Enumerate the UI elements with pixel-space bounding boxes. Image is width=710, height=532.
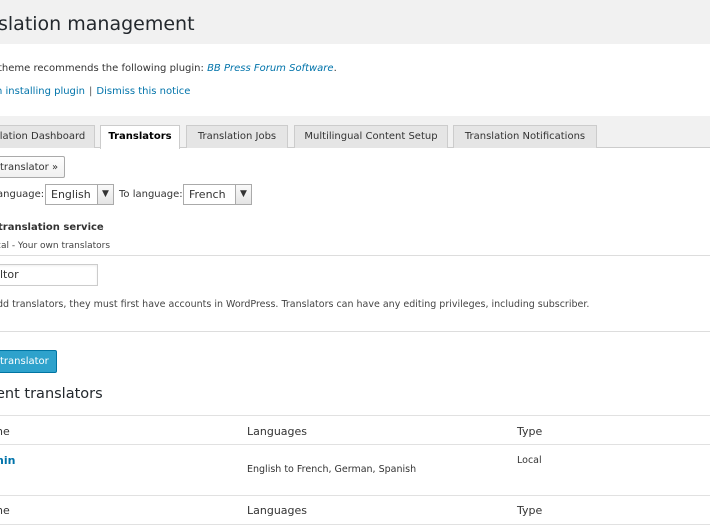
service-title: translation service [0,222,104,233]
notice-separator: | [89,86,93,97]
footer-column-languages: Languages [247,504,308,517]
column-header-languages: Languages [247,425,308,438]
table-border [0,524,710,525]
page-title: slation management [0,13,195,35]
add-translator-toggle-button[interactable]: translator » [0,156,66,178]
table-border [0,444,710,445]
table-border [0,415,710,416]
top-bar: slation management [0,0,710,44]
install-plugin-link[interactable]: n installing plugin [0,86,85,97]
main-content: theme recommends the following plugin: B… [0,44,710,532]
chevron-down-icon: ▼ [97,185,113,204]
tab-bar: lation Dashboard Translators Translation… [0,116,710,149]
help-text: dd translators, they must first have acc… [0,299,590,310]
translators-table: ne Languages Type nin English to French,… [0,415,710,532]
notice-text: theme recommends the following plugin: [0,63,204,74]
plugin-notice: theme recommends the following plugin: B… [0,63,337,74]
plugin-link[interactable]: BB Press Forum Software [207,63,334,74]
translator-user-input[interactable]: ltor [0,264,98,286]
footer-column-type: Type [517,504,543,517]
translator-languages: English to French, German, Spanish [247,464,417,475]
tab-translation-dashboard[interactable]: lation Dashboard [0,125,95,148]
divider [0,331,710,332]
column-header-name[interactable]: ne [0,425,10,438]
tab-translation-jobs[interactable]: Translation Jobs [186,125,288,148]
notice-actions: n installing plugin | Dismiss this notice [0,86,190,97]
tab-translation-notifications[interactable]: Translation Notifications [453,125,597,148]
column-header-type: Type [517,425,543,438]
add-translator-button[interactable]: translator [0,350,57,373]
tab-translators[interactable]: Translators [100,125,180,149]
service-option-local[interactable]: cal - Your own translators [0,241,110,251]
translator-type: Local [517,455,542,466]
from-language-label: anguage: [0,189,45,200]
translator-name-link[interactable]: nin [0,454,15,467]
divider [0,255,710,256]
from-language-select[interactable]: English ▼ [45,184,114,205]
current-translators-title: ent translators [0,386,103,402]
dismiss-notice-link[interactable]: Dismiss this notice [96,86,190,97]
table-border [0,495,710,496]
to-language-label: To language: [119,189,183,200]
chevron-down-icon: ▼ [235,185,251,204]
footer-column-name[interactable]: ne [0,504,10,517]
to-language-select[interactable]: French ▼ [183,184,252,205]
tab-multilingual-content-setup[interactable]: Multilingual Content Setup [294,125,448,148]
